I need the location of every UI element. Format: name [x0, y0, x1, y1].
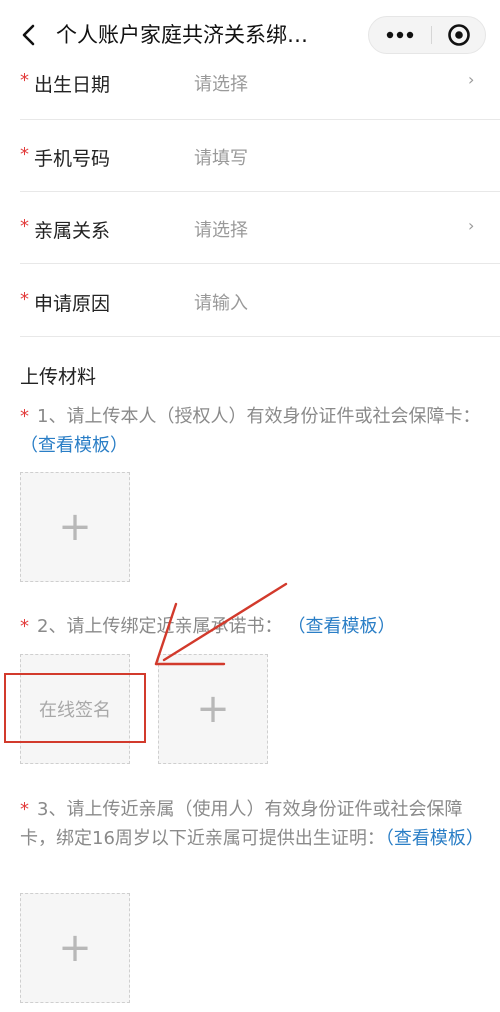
plus-icon: +	[58, 925, 92, 971]
required-mark: *	[20, 799, 29, 820]
upload-box-id-card[interactable]: +	[20, 472, 130, 582]
upload-item-label: 1、请上传本人（授权人）有效身份证件或社会保障卡：	[37, 406, 481, 427]
required-mark: *	[20, 616, 29, 637]
upload-item-3-text: * 3、请上传近亲属（使用人）有效身份证件或社会保障卡，绑定16周岁以下近亲属可提…	[20, 795, 490, 853]
upload-box-relative-id[interactable]: +	[20, 893, 130, 1003]
reason-input[interactable]: 请输入	[194, 289, 248, 315]
target-icon	[448, 24, 470, 46]
chevron-right-icon: ›	[468, 70, 475, 89]
birth-date-select[interactable]: 请选择	[194, 70, 248, 96]
phone-input[interactable]: 请填写	[194, 144, 248, 170]
relation-select[interactable]: 请选择	[194, 216, 248, 242]
field-label: 申请原因	[34, 293, 111, 315]
view-template-link[interactable]: （查看模板）	[20, 435, 128, 456]
upload-box-commitment[interactable]: +	[158, 654, 268, 764]
view-template-link[interactable]: （查看模板）	[296, 616, 395, 637]
plus-icon: +	[196, 686, 230, 732]
section-title: 上传材料	[20, 366, 97, 388]
required-mark: *	[20, 144, 29, 165]
required-mark: *	[20, 216, 29, 237]
page-title: 个人账户家庭共济关系绑…	[56, 23, 308, 47]
upload-item-1-text: * 1、请上传本人（授权人）有效身份证件或社会保障卡： （查看模板）	[20, 402, 490, 460]
annotation-highlight-box	[4, 673, 146, 743]
back-button[interactable]	[14, 18, 44, 52]
field-label: 亲属关系	[34, 220, 111, 242]
more-dots-icon	[386, 31, 414, 39]
view-template-link[interactable]: （查看模板）	[385, 828, 484, 849]
upload-item-label: 2、请上传绑定近亲属承诺书：	[37, 616, 283, 637]
field-relation[interactable]: * 亲属关系 请选择 ›	[20, 192, 500, 264]
required-mark: *	[20, 289, 29, 310]
field-label: 手机号码	[34, 148, 111, 170]
required-mark: *	[20, 406, 29, 427]
required-mark: *	[20, 70, 29, 91]
upload-item-2-text: * 2、请上传绑定近亲属承诺书： （查看模板）	[20, 612, 490, 641]
field-reason[interactable]: * 申请原因 请输入	[20, 265, 500, 337]
field-label: 出生日期	[34, 74, 111, 96]
field-birth-date[interactable]: * 出生日期 请选择 ›	[20, 48, 500, 120]
field-phone[interactable]: * 手机号码 请填写	[20, 120, 500, 192]
chevron-left-icon	[22, 24, 35, 46]
chevron-right-icon: ›	[468, 216, 475, 235]
plus-icon: +	[58, 504, 92, 550]
